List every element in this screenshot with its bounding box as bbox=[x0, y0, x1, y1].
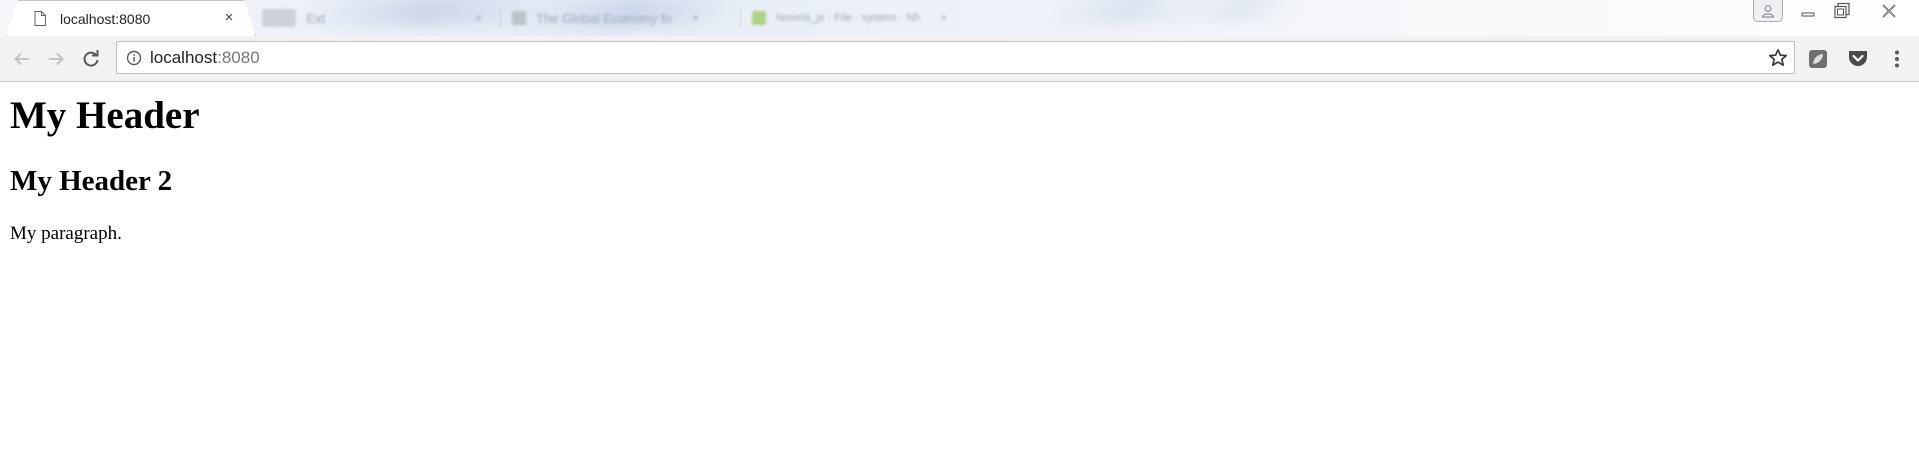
reload-icon bbox=[83, 50, 99, 67]
reload-button[interactable] bbox=[80, 48, 102, 70]
restore-button[interactable] bbox=[1825, 0, 1859, 22]
background-tab-title: The Global Economy fo bbox=[536, 10, 672, 26]
kebab-menu-icon bbox=[1895, 50, 1899, 68]
info-icon[interactable] bbox=[125, 49, 143, 67]
browser-toolbar: localhost:8080 bbox=[0, 36, 1919, 82]
close-tab-icon[interactable]: × bbox=[475, 11, 482, 25]
back-arrow-icon bbox=[14, 52, 29, 66]
active-tab[interactable]: localhost:8080 × bbox=[6, 0, 256, 36]
url-host: localhost bbox=[150, 47, 218, 67]
tab-separator bbox=[500, 8, 501, 28]
close-tab-icon[interactable]: × bbox=[221, 10, 237, 26]
profile-button[interactable] bbox=[1753, 0, 1783, 22]
tab-separator bbox=[740, 8, 741, 28]
forward-button[interactable] bbox=[45, 48, 67, 70]
window-close-button[interactable] bbox=[1867, 0, 1911, 22]
background-tab-title: Ext bbox=[306, 10, 325, 26]
extension-icon bbox=[1809, 50, 1827, 68]
background-tab[interactable]: Novela_js · File · system · Nh × bbox=[752, 0, 972, 36]
minimize-button[interactable] bbox=[1791, 0, 1825, 22]
page-paragraph: My paragraph. bbox=[10, 223, 122, 244]
bookmark-star-icon[interactable] bbox=[1768, 48, 1788, 68]
tab-favicon-icon bbox=[752, 11, 766, 25]
close-icon bbox=[1882, 4, 1896, 18]
active-tab-title: localhost:8080 bbox=[60, 10, 151, 27]
profile-icon bbox=[1761, 4, 1775, 18]
page-icon bbox=[33, 11, 47, 27]
pocket-button[interactable] bbox=[1846, 47, 1870, 71]
url-text: localhost:8080 bbox=[150, 48, 260, 68]
page-heading-1: My Header bbox=[10, 94, 200, 137]
restore-icon bbox=[1834, 2, 1850, 19]
background-tab[interactable]: The Global Economy fo × bbox=[512, 0, 732, 36]
address-bar[interactable]: localhost:8080 bbox=[116, 41, 1795, 74]
close-tab-icon[interactable]: × bbox=[940, 11, 947, 25]
url-port: :8080 bbox=[217, 47, 260, 67]
tab-strip: Ext × The Global Economy fo × Novela_js … bbox=[0, 0, 1919, 36]
close-tab-icon[interactable]: × bbox=[692, 11, 699, 25]
minimize-icon bbox=[1801, 12, 1815, 17]
background-tab[interactable]: Ext × bbox=[262, 0, 482, 36]
back-button[interactable] bbox=[11, 48, 33, 70]
tab-favicon-icon bbox=[262, 9, 297, 27]
browser-menu-button[interactable] bbox=[1885, 47, 1909, 71]
extension-button[interactable] bbox=[1806, 47, 1830, 71]
decorative-blur bbox=[1169, 0, 1311, 22]
page-viewport: My Header My Header 2 My paragraph. bbox=[0, 83, 1919, 453]
tab-favicon-icon bbox=[512, 11, 526, 25]
pocket-icon bbox=[1849, 51, 1867, 66]
background-tab-title: Novela_js · File · system · Nh bbox=[776, 12, 921, 24]
page-heading-2: My Header 2 bbox=[10, 165, 173, 197]
forward-arrow-icon bbox=[49, 52, 64, 66]
